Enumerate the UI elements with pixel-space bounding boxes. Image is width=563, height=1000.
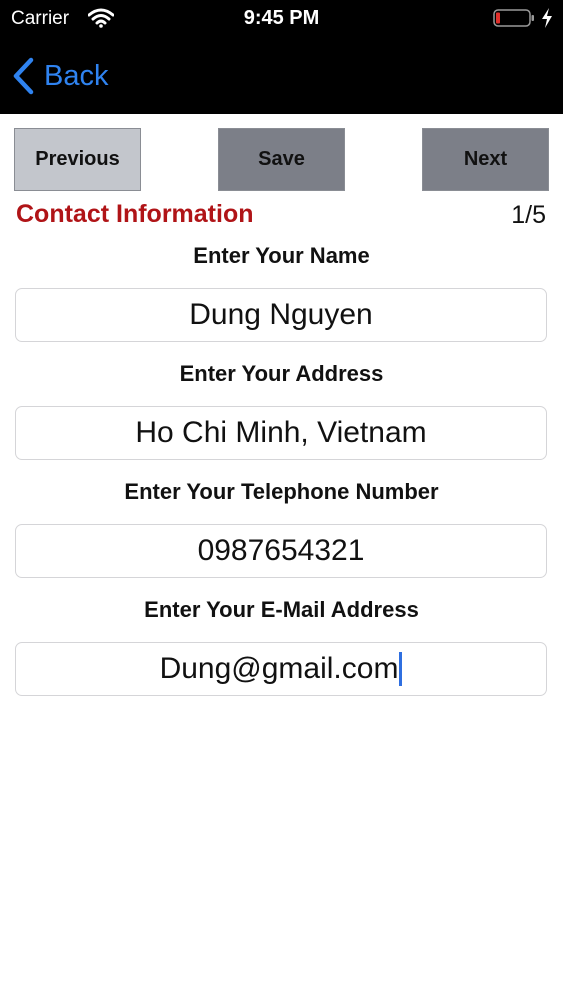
name-label: Enter Your Name xyxy=(193,243,370,268)
address-field[interactable]: Ho Chi Minh, Vietnam xyxy=(15,406,547,460)
email-value: Dung@gmail.com xyxy=(159,652,399,685)
text-cursor xyxy=(399,652,403,686)
name-value: Dung Nguyen xyxy=(189,298,373,331)
address-label: Enter Your Address xyxy=(179,361,384,386)
email-label: Enter Your E-Mail Address xyxy=(144,597,419,622)
back-button[interactable]: Back xyxy=(12,54,108,98)
telephone-value: 0987654321 xyxy=(197,534,365,567)
name-field[interactable]: Dung Nguyen xyxy=(15,288,547,342)
clock: 9:45 PM xyxy=(243,7,320,29)
page-indicator: 1/5 xyxy=(511,201,546,229)
previous-button[interactable]: Previous xyxy=(14,128,141,191)
back-label: Back xyxy=(44,59,109,92)
chevron-left-icon xyxy=(13,57,34,95)
email-field[interactable]: Dung@gmail.com xyxy=(15,642,547,696)
charging-bolt-icon xyxy=(542,8,552,28)
navigation-bar: Back xyxy=(0,38,563,114)
next-button[interactable]: Next xyxy=(422,128,549,191)
address-value: Ho Chi Minh, Vietnam xyxy=(135,416,427,449)
battery-icon xyxy=(493,9,534,27)
telephone-label: Enter Your Telephone Number xyxy=(124,479,439,504)
telephone-field[interactable]: 0987654321 xyxy=(15,524,547,578)
section-title: Contact Information xyxy=(16,200,254,228)
status-bar: Carrier 9:45 PM xyxy=(0,0,563,38)
save-button[interactable]: Save xyxy=(218,128,345,191)
